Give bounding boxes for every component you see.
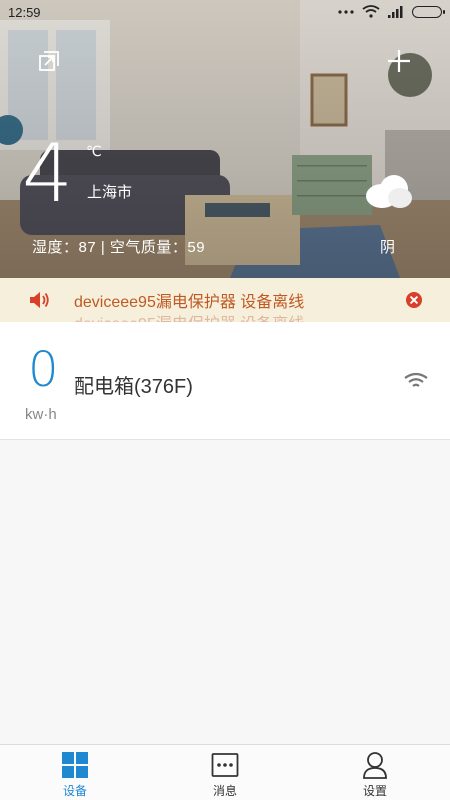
device-name: 配电箱(376F) [74,376,193,398]
cloud-icon [366,175,412,208]
energy-unit: kw·h [25,406,57,423]
add-icon[interactable] [386,48,412,74]
close-icon[interactable] [406,292,422,308]
dots-icon [338,9,354,14]
tab-settings-label: 设置 [362,784,387,798]
device-card[interactable]: 0 kw·h 配电箱(376F) [0,322,450,440]
battery-icon [412,5,445,18]
weather-condition: 阴 [379,239,395,256]
alert-message: deviceee95漏电保护器 设备离线 [74,294,305,311]
status-time: 12:59 [8,5,41,20]
wifi-icon [404,372,428,387]
wifi-status-icon [362,5,380,18]
status-bar: 12:59 [0,0,450,26]
speaker-icon [30,292,49,308]
tab-messages-label: 消息 [212,784,237,798]
temperature-value: 4 [22,127,73,220]
person-icon [363,752,387,779]
energy-value: 0 [28,342,59,398]
weather-header: 12:59 4 ℃ 上海市 湿度：87 | 空气质量：59 阴 [0,0,450,278]
signal-icon [388,5,403,18]
alert-message-next: deviceee95漏电保护器 设备离线 [74,310,304,322]
tab-settings[interactable]: 设置 [335,751,415,799]
tab-devices-label: 设备 [62,784,87,798]
temperature-unit: ℃ [86,143,102,159]
bottom-nav: 设备 消息 设置 [0,744,450,800]
grid-icon [62,752,88,778]
tab-messages[interactable]: 消息 [185,751,265,799]
message-icon [211,753,239,777]
tab-devices[interactable]: 设备 [35,751,115,799]
city-name: 上海市 [87,184,133,201]
offline-alert-banner[interactable]: deviceee95漏电保护器 设备离线 deviceee95漏电保护器 设备离… [0,278,450,322]
weather-stats: 湿度：87 | 空气质量：59 [32,239,206,256]
expand-icon[interactable] [36,50,60,74]
